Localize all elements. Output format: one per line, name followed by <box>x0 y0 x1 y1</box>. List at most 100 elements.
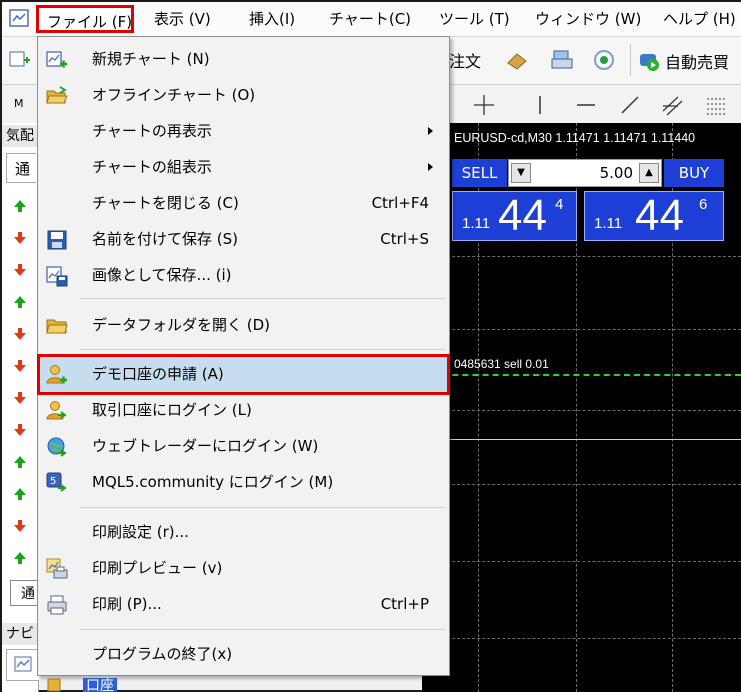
expert-icon[interactable] <box>505 49 529 71</box>
arrow-up-icon <box>14 200 26 212</box>
menu-file[interactable]: ファイル (F) <box>36 5 134 33</box>
sell-price-tile[interactable]: 1.11 44 4 <box>452 191 577 241</box>
arrow-down-icon <box>14 360 26 372</box>
sell-price-fraction: 4 <box>555 196 564 213</box>
lot-increase-button[interactable]: ▲ <box>639 163 659 183</box>
price-line <box>422 439 741 440</box>
submenu-arrow-icon <box>428 163 433 171</box>
market-watch-title: 気配 <box>2 125 38 147</box>
webtrader-icon <box>47 437 67 457</box>
menu-item-open-demo-account[interactable]: デモ口座の申請 (A) <box>37 354 450 395</box>
market-watch-bottom-tab[interactable]: 通 <box>10 580 38 606</box>
menu-separator <box>80 507 445 508</box>
arrow-up-icon <box>14 552 26 564</box>
menu-item-shortcut: Ctrl+F4 <box>371 194 429 212</box>
signal-icon[interactable] <box>592 49 616 71</box>
account-folder-icon <box>47 678 61 692</box>
menu-item-open-data-folder[interactable]: データフォルダを開く (D) <box>40 308 447 343</box>
menu-insert[interactable]: 挿入(I) <box>245 2 299 36</box>
menu-chart[interactable]: チャート(C) <box>325 2 415 36</box>
new-chart-toolbar-icon[interactable] <box>9 50 31 70</box>
menu-item-label: 名前を付けて保存 (S) <box>92 230 238 248</box>
arrow-up-icon <box>14 456 26 468</box>
menu-bar: ファイル (F) 表示 (V) 挿入(I) チャート(C) ツール (T) ウィ… <box>2 2 741 37</box>
order-line[interactable] <box>422 374 741 376</box>
navigator-account-item[interactable]: 口座 <box>47 678 127 692</box>
arrow-up-icon <box>14 488 26 500</box>
svg-text:5: 5 <box>50 476 56 487</box>
sell-button[interactable]: SELL <box>452 159 507 187</box>
equidistant-channel-icon[interactable] <box>660 93 686 119</box>
trendline-icon[interactable] <box>618 93 642 117</box>
navigator-root-icon <box>14 656 32 672</box>
menu-item-save-as[interactable]: 名前を付けて保存 (S) Ctrl+S <box>40 222 447 257</box>
auto-trade-label: 自動売買 <box>665 53 730 72</box>
menu-item-chart-group[interactable]: チャートの組表示 <box>40 150 447 185</box>
buy-price-tile[interactable]: 1.11 44 6 <box>584 191 724 241</box>
buy-button[interactable]: BUY <box>664 159 724 187</box>
grid-line <box>422 256 741 257</box>
timeframe-m-label[interactable]: M <box>14 97 24 110</box>
horizontal-line-icon[interactable] <box>574 93 598 117</box>
menu-item-login-mql5[interactable]: 5 MQL5.community にログイン (M) <box>40 465 447 500</box>
grid-line <box>422 561 741 562</box>
menu-item-shortcut: Ctrl+S <box>380 230 429 248</box>
arrow-down-icon <box>14 232 26 244</box>
lot-size-value[interactable]: 5.00 <box>600 160 633 186</box>
save-icon <box>47 230 67 250</box>
chart-window[interactable]: EURUSD-cd,M30 1.11471 1.11471 1.11440 SE… <box>422 123 741 692</box>
arrow-up-icon <box>14 296 26 308</box>
folder-open-icon <box>46 86 68 104</box>
app-icon <box>9 9 29 27</box>
market-watch-panel: 気配 通 通 ナビ <box>2 123 39 692</box>
fibonacci-icon[interactable] <box>704 93 730 119</box>
arrow-down-icon <box>14 328 26 340</box>
menu-item-print-preview[interactable]: 印刷プレビュー (v) <box>40 551 447 586</box>
menu-item-offline-chart[interactable]: オフラインチャート (O) <box>40 78 447 113</box>
menu-help[interactable]: ヘルプ (H) <box>659 2 740 36</box>
menu-item-exit[interactable]: プログラムの終了(x) <box>40 637 447 672</box>
grid-line <box>422 329 741 330</box>
menu-item-save-image[interactable]: 画像として保存... (i) <box>40 258 447 293</box>
menu-separator <box>80 629 445 630</box>
menu-window[interactable]: ウィンドウ (W) <box>531 2 645 36</box>
auto-trade-button[interactable]: 自動売買 <box>630 44 741 76</box>
sell-price-pips: 44 <box>498 191 547 240</box>
grid-line <box>422 484 741 485</box>
crosshair-icon[interactable] <box>472 93 496 117</box>
order-toolbar-label[interactable]: 注文 <box>449 48 481 72</box>
menu-item-print-setup[interactable]: 印刷設定 (r)... <box>40 515 447 550</box>
market-watch-tab[interactable]: 通 <box>6 153 36 183</box>
menu-item-print[interactable]: 印刷 (P)... Ctrl+P <box>40 587 447 622</box>
buy-price-prefix: 1.11 <box>594 215 623 232</box>
save-image-icon <box>46 266 68 287</box>
order-line-label: 0485631 sell 0.01 <box>454 357 549 371</box>
lot-size-stepper[interactable]: ▼ 5.00 ▲ <box>508 159 662 187</box>
menu-item-login-webtrader[interactable]: ウェブトレーダーにログイン (W) <box>40 429 447 464</box>
buy-price-pips: 44 <box>635 191 684 240</box>
menu-item-label: データフォルダを開く (D) <box>92 316 271 334</box>
arrow-down-icon <box>14 424 26 436</box>
menu-item-login-trade-account[interactable]: 取引口座にログイン (L) <box>40 393 447 428</box>
buy-price-fraction: 6 <box>699 196 708 213</box>
print-toolbar-icon[interactable] <box>550 49 574 71</box>
grid-line <box>422 638 741 639</box>
menu-item-label: オフラインチャート (O) <box>92 86 256 104</box>
arrow-down-icon <box>14 264 26 276</box>
lot-decrease-button[interactable]: ▼ <box>511 163 531 183</box>
menu-item-close-chart[interactable]: チャートを閉じる (C) Ctrl+F4 <box>40 186 447 221</box>
printer-icon <box>47 595 67 615</box>
folder-icon <box>46 319 68 334</box>
submenu-arrow-icon <box>428 127 433 135</box>
vertical-line-icon[interactable] <box>532 93 548 117</box>
menu-item-label: チャートの組表示 <box>92 158 212 176</box>
mql5-icon: 5 <box>46 472 67 492</box>
menu-item-chart-refresh[interactable]: チャートの再表示 <box>40 114 447 149</box>
arrow-down-icon <box>14 520 26 532</box>
grid-line <box>422 410 741 411</box>
add-account-icon <box>46 365 67 384</box>
menu-item-new-chart[interactable]: 新規チャート (N) <box>40 42 447 77</box>
menu-view[interactable]: 表示 (V) <box>150 2 215 36</box>
menu-tools[interactable]: ツール (T) <box>435 2 514 36</box>
new-chart-icon <box>46 51 67 68</box>
